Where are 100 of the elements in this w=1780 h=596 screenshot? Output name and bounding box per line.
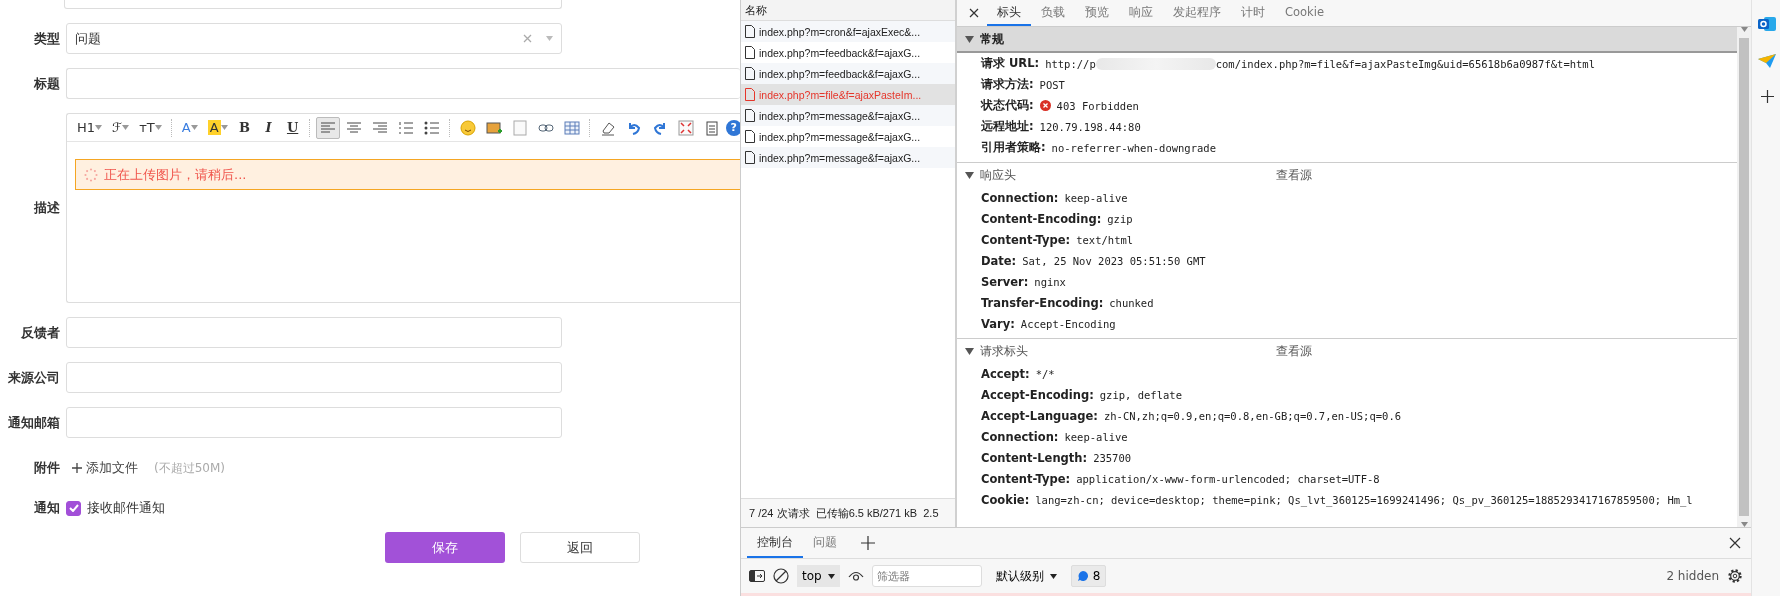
toolbar-button[interactable]: B: [233, 116, 256, 139]
field-label: 通知邮箱: [7, 413, 60, 432]
header-key: Content-Type:: [981, 471, 1071, 486]
toolbar-button[interactable]: I: [257, 116, 280, 139]
mail-app-icon[interactable]: [1758, 16, 1776, 32]
toolbar-button[interactable]: A: [203, 116, 232, 139]
caret-icon: [122, 125, 130, 130]
back-button[interactable]: 返回: [520, 532, 640, 563]
header-key: Accept-Encoding:: [981, 387, 1094, 402]
drawer-tab[interactable]: 问题: [803, 528, 847, 558]
eye-icon[interactable]: [847, 570, 864, 582]
toolbar-button[interactable]: U: [281, 116, 304, 139]
panel-tab[interactable]: 负载: [1031, 0, 1075, 26]
plus-icon: [72, 463, 82, 473]
help-button[interactable]: ?: [725, 119, 740, 136]
file-icon: [745, 151, 755, 164]
header-value: 403 Forbidden: [1056, 99, 1139, 112]
checkbox[interactable]: [66, 500, 81, 516]
request-row[interactable]: index.php?m=cron&f=ajaxExec&...: [741, 21, 955, 42]
triangle-icon: [965, 171, 974, 179]
file-icon: [745, 109, 755, 122]
request-row[interactable]: index.php?m=feedback&f=ajaxG...: [741, 63, 955, 84]
header-key: 请求 URL:: [981, 56, 1040, 71]
header-key: Connection:: [981, 429, 1059, 444]
text-input[interactable]: [66, 362, 562, 393]
scrollbar[interactable]: [1737, 27, 1751, 527]
panel-tab[interactable]: 预览: [1075, 0, 1119, 26]
drawer-tab[interactable]: 控制台: [747, 528, 803, 558]
network-summary: 7 /24 次请求 已传输6.5 kB/271 kB 2.5: [741, 498, 955, 527]
spinner-icon: [84, 167, 98, 182]
clear-icon[interactable]: [523, 34, 532, 43]
add-file-button[interactable]: 添加文件: [66, 459, 138, 477]
text-input[interactable]: [66, 407, 562, 438]
sidebar-toggle-icon[interactable]: [749, 570, 765, 582]
header-key: Content-Encoding:: [981, 211, 1102, 226]
toolbar-button[interactable]: A: [177, 116, 202, 139]
header-value: gzip: [1107, 212, 1133, 225]
header-value: */*: [1035, 367, 1055, 380]
file-icon: [745, 25, 755, 38]
field-label: 描述: [33, 199, 60, 217]
triangle-icon: [965, 347, 974, 355]
file-icon: [745, 67, 755, 80]
section-header[interactable]: 常规: [957, 27, 1737, 53]
view-source-link[interactable]: 查看源: [1276, 342, 1312, 360]
header-value: application/x-www-form-urlencoded; charset=UTF-8: [1076, 472, 1380, 485]
request-row[interactable]: index.php?m=message&f=ajaxG...: [741, 105, 955, 126]
panel-tab[interactable]: 响应: [1119, 0, 1163, 26]
save-button[interactable]: 保存: [385, 532, 505, 563]
caret-icon: [827, 573, 835, 579]
field-label: 来源公司: [7, 368, 60, 387]
toolbar-button[interactable]: [315, 116, 340, 139]
header-key: Vary:: [981, 316, 1015, 331]
request-row[interactable]: index.php?m=message&f=ajaxG...: [741, 147, 955, 168]
header-value: gzip, deflate: [1099, 388, 1182, 401]
smiley-icon: [459, 119, 476, 136]
header-key: Content-Type:: [981, 232, 1071, 247]
text-input[interactable]: [66, 317, 562, 348]
caret-icon: [190, 125, 198, 130]
settings-icon[interactable]: [1727, 568, 1743, 584]
message-icon: [1076, 570, 1089, 582]
plus-icon[interactable]: [1760, 90, 1774, 103]
column-header: 名称: [741, 0, 955, 21]
text-input[interactable]: [66, 68, 740, 99]
bullet-list-icon: [423, 119, 440, 136]
header-value: text/html: [1076, 233, 1134, 246]
caret-icon: [220, 125, 228, 130]
header-key: Cookie:: [981, 492, 1030, 507]
header-value: 235700: [1093, 451, 1132, 464]
rich-text-editor[interactable]: H1 ℱ ᴛT A A B I U ? 正在上传图片，请稍后...: [66, 113, 740, 303]
toolbar-button[interactable]: ᴛT: [135, 116, 166, 139]
notice-text: 正在上传图片，请稍后...: [104, 165, 247, 184]
text-input[interactable]: [64, 0, 562, 9]
toolbar-button[interactable]: H1: [73, 116, 107, 139]
numbered-list-icon: [397, 119, 414, 136]
header-key: 引用者策略:: [981, 140, 1046, 155]
panel-tab[interactable]: 计时: [1231, 0, 1275, 26]
url-prefix: http://p: [1045, 57, 1096, 70]
header-key: Accept-Language:: [981, 408, 1098, 423]
header-value: chunked: [1109, 296, 1154, 309]
context-select[interactable]: top: [797, 565, 840, 587]
toolbar-button[interactable]: ℱ: [108, 116, 134, 139]
paper-plane-icon[interactable]: [1758, 54, 1776, 68]
header-value: lang=zh-cn; device=desktop; theme=pink; Qs_lvt_360125=1699241496; Qs_pv_360125=1885293417167859500; Hm_l: [1035, 493, 1693, 506]
align-left-icon: [319, 119, 336, 136]
view-source-link[interactable]: 查看源: [1276, 166, 1312, 184]
hidden-count: 2 hidden: [1666, 569, 1719, 583]
panel-tab[interactable]: Cookie: [1275, 0, 1335, 26]
header-key: Server:: [981, 274, 1029, 289]
log-level-dropdown[interactable]: 默认级别: [989, 566, 1063, 586]
field-label: 反馈者: [20, 323, 60, 342]
panel-tab[interactable]: 发起程序: [1163, 0, 1231, 26]
type-select[interactable]: 问题: [66, 23, 562, 54]
field-label: 类型: [33, 29, 60, 48]
message-count-badge[interactable]: 8: [1070, 565, 1107, 587]
header-value: keep-alive: [1064, 430, 1128, 443]
header-value: POST: [1039, 78, 1065, 91]
clear-console-icon[interactable]: [773, 568, 789, 584]
image-icon: [485, 119, 502, 136]
filter-input[interactable]: 筛选器: [871, 565, 982, 587]
file-icon: [745, 88, 755, 101]
